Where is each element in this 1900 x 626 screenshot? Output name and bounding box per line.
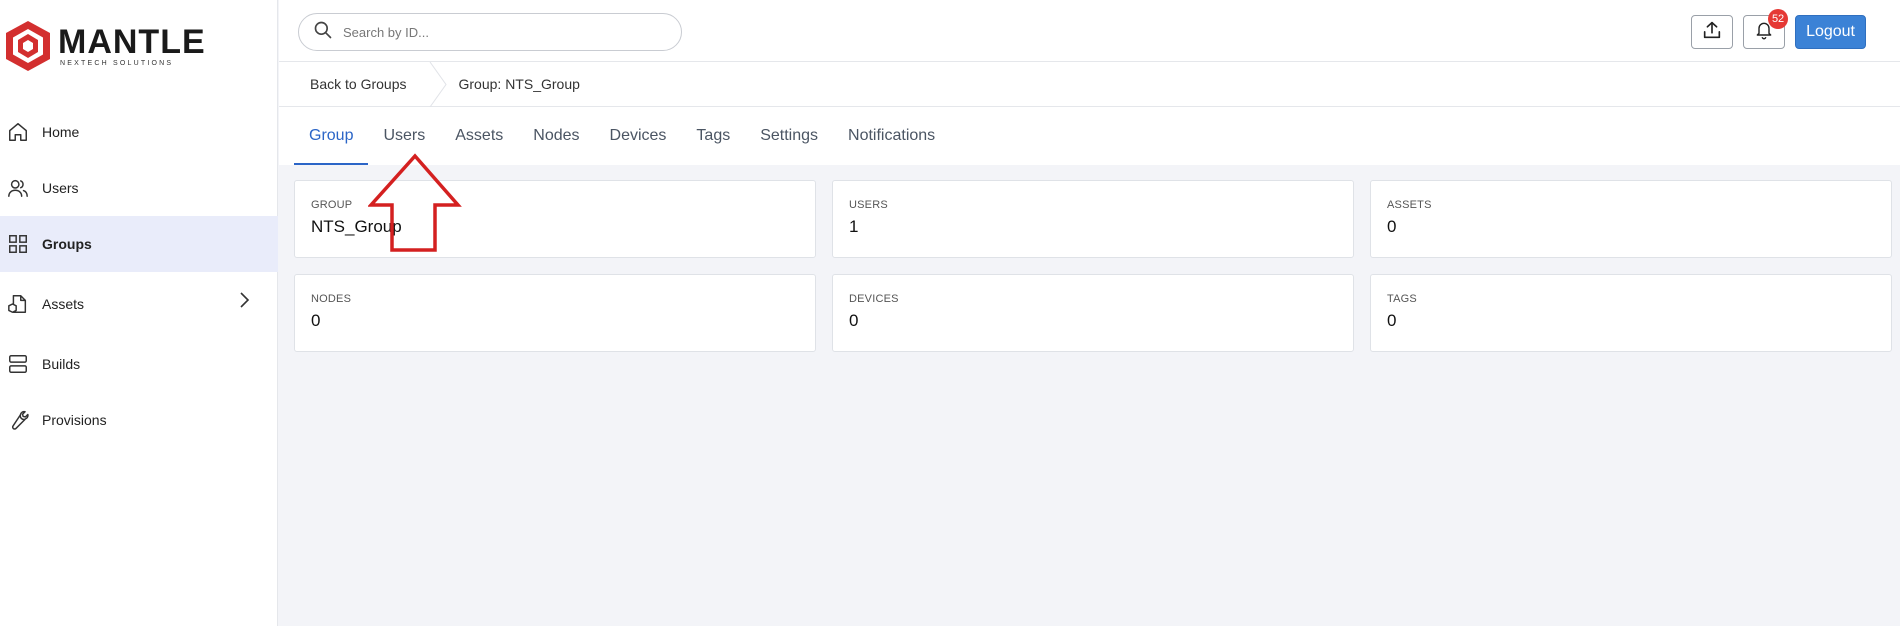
sidebar-item-home[interactable]: Home	[0, 104, 278, 160]
card-value: 1	[849, 217, 859, 236]
users-icon	[6, 176, 30, 200]
sidebar-item-assets[interactable]: Assets	[0, 272, 278, 336]
tab-notifications[interactable]: Notifications	[833, 107, 950, 165]
sidebar-item-groups[interactable]: Groups	[0, 216, 278, 272]
chevron-right-icon[interactable]	[236, 290, 252, 315]
card-tags: TAGS 0	[1370, 274, 1892, 352]
sidebar-item-label: Assets	[42, 296, 85, 312]
breadcrumb-back-link[interactable]: Back to Groups	[279, 62, 429, 106]
top-actions: 52 Logout	[1681, 9, 1866, 49]
search-icon	[313, 20, 333, 45]
card-value: 0	[849, 311, 859, 330]
upload-button[interactable]	[1691, 15, 1734, 49]
brand-name: MANTLE	[58, 23, 206, 61]
mantle-logo-icon	[6, 21, 50, 71]
card-users: USERS 1	[832, 180, 1354, 258]
sidebar-item-builds[interactable]: Builds	[0, 336, 278, 392]
card-label: GROUP	[311, 199, 353, 211]
assets-icon	[6, 292, 30, 316]
search-box[interactable]	[298, 13, 682, 51]
upload-icon	[1701, 19, 1723, 46]
card-value: 0	[1387, 311, 1397, 330]
tab-users[interactable]: Users	[368, 107, 440, 165]
home-icon	[6, 120, 30, 144]
sidebar-nav: Home Users Groups Assets Builds Provisio…	[0, 104, 278, 448]
card-value: 0	[311, 311, 321, 330]
brand-tagline: NEXTECH SOLUTIONS	[60, 60, 174, 67]
tab-tags[interactable]: Tags	[681, 107, 745, 165]
sidebar-item-label: Users	[42, 180, 79, 196]
notifications-button[interactable]: 52	[1743, 9, 1789, 49]
sidebar-item-users[interactable]: Users	[0, 160, 278, 216]
breadcrumb-current: Group: NTS_Group	[458, 76, 580, 92]
sidebar-item-label: Provisions	[42, 412, 107, 428]
card-label: ASSETS	[1387, 199, 1432, 211]
card-label: TAGS	[1387, 293, 1417, 305]
sidebar-item-label: Builds	[42, 356, 81, 372]
group-summary-cards: GROUP NTS_Group USERS 1 ASSETS 0 NODES 0…	[294, 180, 1892, 352]
grid-icon	[6, 232, 30, 256]
breadcrumb: Back to Groups Group: NTS_Group	[279, 61, 1900, 107]
tab-nodes[interactable]: Nodes	[518, 107, 594, 165]
sidebar-item-label: Groups	[42, 236, 92, 252]
tab-assets[interactable]: Assets	[440, 107, 518, 165]
card-group: GROUP NTS_Group	[294, 180, 816, 258]
sidebar-item-provisions[interactable]: Provisions	[0, 392, 278, 448]
notification-badge: 52	[1768, 9, 1789, 29]
sidebar: MANTLE NEXTECH SOLUTIONS Home Users Grou…	[0, 0, 278, 626]
card-label: USERS	[849, 199, 888, 211]
tab-devices[interactable]: Devices	[595, 107, 682, 165]
wrench-icon	[6, 408, 30, 432]
breadcrumb-separator-icon	[429, 61, 447, 107]
logout-button[interactable]: Logout	[1795, 15, 1866, 49]
brand-logo[interactable]: MANTLE NEXTECH SOLUTIONS	[4, 18, 206, 74]
card-label: NODES	[311, 293, 352, 305]
card-label: DEVICES	[849, 293, 899, 305]
tab-settings[interactable]: Settings	[745, 107, 833, 165]
card-value: NTS_Group	[311, 217, 402, 236]
tab-bar: Group Users Assets Nodes Devices Tags Se…	[279, 107, 1900, 165]
server-icon	[6, 352, 30, 376]
card-assets: ASSETS 0	[1370, 180, 1892, 258]
sidebar-item-label: Home	[42, 124, 80, 140]
card-value: 0	[1387, 217, 1397, 236]
tab-group[interactable]: Group	[294, 107, 369, 165]
card-devices: DEVICES 0	[832, 274, 1354, 352]
card-nodes: NODES 0	[294, 274, 816, 352]
top-bar: 52 Logout	[279, 0, 1900, 62]
search-input[interactable]	[343, 24, 643, 40]
